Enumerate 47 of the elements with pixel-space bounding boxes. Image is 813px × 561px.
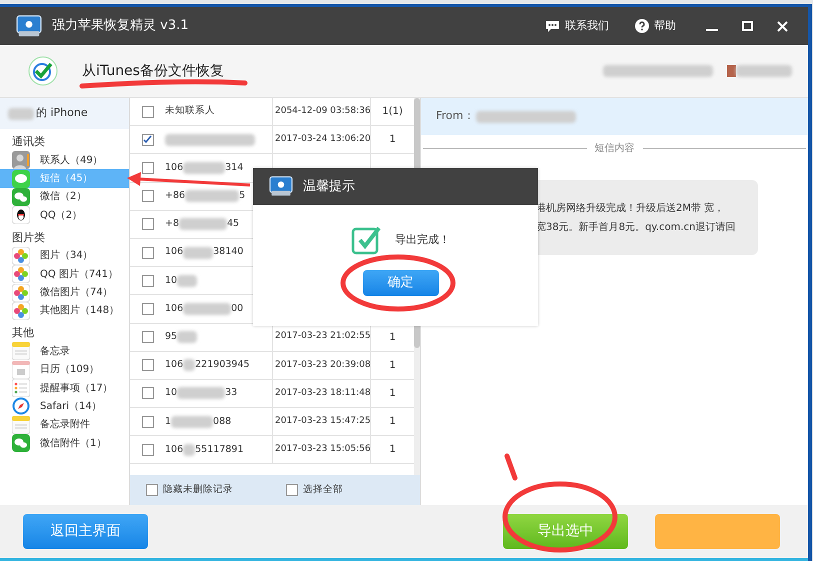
checkbox-label: 选择全部: [303, 482, 343, 497]
table-cell-text: 38140: [213, 245, 244, 260]
table-cell-text: 未知联系人: [165, 104, 215, 118]
table-cell-text: 1: [389, 443, 396, 458]
group-title: 图片类: [11, 230, 46, 246]
table-cell: 088: [213, 414, 232, 429]
table-cell-text: 2017-03-23 15:47:25: [275, 414, 371, 428]
table-cell: 5: [239, 189, 246, 204]
table-cell-text: 106: [165, 245, 184, 260]
table-cell-text: 1: [389, 386, 396, 401]
table-cell: 10: [165, 274, 178, 288]
table-cell-text: 2054-12-09 03:58:36: [275, 104, 371, 118]
table-cell-text: 33: [225, 386, 238, 400]
table-cell-text: 2017-03-24 13:06:20: [275, 133, 371, 146]
table-cell-text: 1: [389, 358, 396, 373]
table-cell-text: 1: [389, 330, 396, 345]
group-title: 通讯类: [11, 134, 46, 150]
table-cell-text: 2017-03-23 18:11:48: [275, 386, 371, 400]
table-cell: 45: [227, 217, 240, 232]
sender-label: From：: [436, 108, 474, 124]
table-cell: 106: [165, 358, 184, 372]
table-cell-text: 314: [225, 160, 244, 175]
table-cell-text: 95: [165, 330, 178, 344]
table-cell: 106: [165, 442, 184, 457]
table-cell-text: 00: [231, 302, 244, 316]
page-title: 从iTunes备份文件恢复: [82, 62, 224, 80]
section-title: 短信内容: [594, 142, 634, 156]
table-cell-text: 1(1): [382, 105, 403, 120]
table-cell: +86: [165, 189, 186, 204]
table-cell-text: 10: [165, 386, 178, 400]
table-cell-text: 2017-03-23 15:05:56: [275, 443, 371, 456]
table-cell-text: 106: [165, 302, 184, 316]
dialog-title: 温馨提示: [303, 178, 355, 196]
device-name: 的 iPhone: [36, 105, 88, 122]
table-cell-text: 2017-03-23 21:02:55: [275, 330, 371, 344]
checkbox-label: 隐藏未删除记录: [163, 482, 233, 497]
table-cell-text: 2017-03-23 20:39:08: [275, 358, 371, 372]
table-cell-text: 106: [165, 160, 184, 175]
group-title: 其他: [11, 325, 35, 342]
table-cell: 1: [165, 414, 172, 429]
window-title: 强力苹果恢复精灵 v3.1: [52, 17, 188, 36]
table-cell: 55117891: [195, 442, 244, 457]
table-cell-text: 1: [389, 133, 396, 148]
table-cell: +8: [165, 217, 180, 232]
dialog-message: 导出完成！: [395, 232, 450, 248]
table-cell-text: 1: [389, 415, 396, 430]
table-cell: 221903945: [195, 358, 250, 372]
